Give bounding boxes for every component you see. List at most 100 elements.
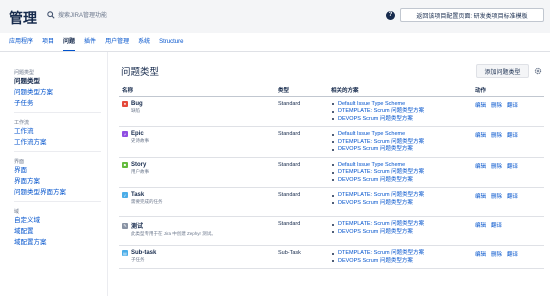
admin-header: 管理 搜索JIRA管理功能 ? 返回该项目配置页面: 研发类项目标准模板 — [0, 0, 550, 33]
scheme-link[interactable]: DTEMPLATE: Scrum 问题类型方案 — [331, 169, 472, 177]
issue-type-kind: Standard — [275, 187, 328, 217]
translate-link[interactable]: 翻译 — [507, 131, 518, 139]
scheme-link[interactable]: DTEMPLATE: Scrum 问题类型方案 — [331, 221, 472, 229]
issue-type-icon: ■ — [122, 161, 128, 168]
issue-type-description: 需要完成的任务 — [131, 199, 163, 204]
translate-link[interactable]: 翻译 — [507, 101, 518, 109]
sidebar-divider — [14, 112, 101, 113]
translate-link[interactable]: 翻译 — [507, 192, 518, 200]
edit-link[interactable]: 编辑 — [475, 162, 486, 170]
sidebar-item-subtasks[interactable]: 子任务 — [14, 98, 107, 109]
issue-type-icon: ● — [122, 100, 128, 107]
delete-link[interactable]: 删除 — [491, 131, 502, 139]
scheme-link[interactable]: DTEMPLATE: Scrum 问题类型方案 — [331, 108, 472, 116]
delete-link[interactable]: 删除 — [491, 101, 502, 109]
cog-icon[interactable] — [534, 67, 542, 75]
issue-type-title[interactable]: Epic — [131, 131, 144, 137]
related-schemes-cell: Default Issue Type Scheme DTEMPLATE: Scru… — [328, 96, 472, 127]
tab-1[interactable]: 项目 — [42, 36, 54, 50]
sidebar-item-issue-type-screen-schemes[interactable]: 问题类型界面方案 — [14, 187, 107, 198]
scheme-link[interactable]: DEVOPS Scrum 问题类型方案 — [331, 258, 472, 266]
scheme-link[interactable]: DEVOPS Scrum 问题类型方案 — [331, 200, 472, 208]
scheme-link[interactable]: DTEMPLATE: Scrum 问题类型方案 — [331, 139, 472, 147]
scheme-link[interactable]: Default Issue Type Scheme — [331, 101, 472, 109]
issue-type-name: ● Bug — [122, 100, 275, 107]
issue-type-cell: ● Bug 缺陷 — [119, 96, 275, 127]
tab-3[interactable]: 插件 — [84, 36, 96, 50]
help-icon[interactable]: ? — [386, 11, 395, 20]
add-issue-type-button[interactable]: 添加问题类型 — [476, 64, 529, 78]
row-actions: 编辑 删除 翻译 — [475, 131, 544, 139]
issue-type-title[interactable]: Story — [131, 162, 146, 168]
issue-type-cell: ■ Story 用户故事 — [119, 157, 275, 188]
issue-type-description: 史诗故事 — [131, 138, 149, 143]
issue-type-icon: ⚡ — [122, 131, 128, 137]
issue-type-description: 此类型专用于在 Jira 中创建 Zephyr 测试。 — [131, 231, 216, 236]
delete-link[interactable]: 删除 — [491, 250, 502, 258]
page-heading: 管理 — [9, 10, 37, 26]
admin-top-nav: 应用程序 项目 问题 插件 用户管理 系统 Structure — [0, 36, 550, 52]
row-actions: 编辑 删除 翻译 — [475, 192, 544, 200]
admin-sidebar: 问题类型 问题类型 问题类型方案 子任务 工作流 工作流 工作流方案 界面 界面… — [0, 52, 108, 296]
scheme-link[interactable]: DEVOPS Scrum 问题类型方案 — [331, 229, 472, 237]
issue-type-name: ✓ Task — [122, 192, 275, 198]
actions-cell: 编辑 删除 翻译 — [472, 126, 544, 158]
scheme-link[interactable]: DTEMPLATE: Scrum 问题类型方案 — [331, 250, 472, 258]
sidebar-item-workflows[interactable]: 工作流 — [14, 126, 107, 137]
table-row: ⚡ Epic 史诗故事 Standard Default Issue Type Sche… — [119, 126, 544, 158]
sidebar-item-custom-fields[interactable]: 自定义域 — [14, 215, 107, 226]
table-row: ▤ Sub-task 子任务 Sub-Task DTEMPLATE: Scrum 问题类… — [119, 245, 544, 269]
issue-type-title[interactable]: Task — [131, 192, 144, 198]
sidebar-section-fields: 域 — [14, 209, 20, 215]
translate-link[interactable]: 翻译 — [507, 250, 518, 258]
translate-link[interactable]: 翻译 — [491, 221, 502, 229]
scheme-link[interactable]: DTEMPLATE: Scrum 问题类型方案 — [331, 192, 472, 200]
return-to-project-button[interactable]: 返回该项目配置页面: 研发类项目标准模板 — [400, 8, 544, 22]
issue-type-kind: Standard — [275, 96, 328, 127]
edit-link[interactable]: 编辑 — [475, 221, 486, 229]
actions-cell: 编辑 翻译 — [472, 216, 544, 246]
sidebar-divider — [14, 151, 101, 152]
issue-type-title[interactable]: 测试 — [131, 221, 143, 230]
edit-link[interactable]: 编辑 — [475, 131, 486, 139]
sidebar-item-issue-type-schemes[interactable]: 问题类型方案 — [14, 87, 107, 98]
tab-2[interactable]: 问题 — [63, 36, 76, 52]
edit-link[interactable]: 编辑 — [475, 101, 486, 109]
sidebar-item-screen-schemes[interactable]: 界面方案 — [14, 176, 107, 187]
sidebar-item-issue-types[interactable]: 问题类型 — [14, 76, 107, 87]
issue-types-table: 名称 类型 相关的方案 动作 ● Bug 缺陷 Standard Default Iss… — [119, 85, 544, 269]
delete-link[interactable]: 删除 — [491, 192, 502, 200]
delete-link[interactable]: 删除 — [491, 162, 502, 170]
sidebar-item-field-configurations[interactable]: 域配置 — [14, 226, 107, 237]
page-title: 问题类型 — [121, 67, 160, 78]
sidebar-item-screens[interactable]: 界面 — [14, 165, 107, 176]
column-header-type: 类型 — [275, 85, 328, 97]
admin-search[interactable]: 搜索JIRA管理功能 — [47, 10, 107, 19]
tab-6[interactable]: Structure — [159, 36, 183, 50]
related-schemes-cell: DTEMPLATE: Scrum 问题类型方案 DEVOPS Scrum 问题类型… — [328, 216, 472, 246]
search-placeholder[interactable]: 搜索JIRA管理功能 — [58, 10, 107, 19]
actions-cell: 编辑 删除 翻译 — [472, 245, 544, 269]
issue-type-name: ✎ 测试 — [122, 221, 275, 230]
tab-0[interactable]: 应用程序 — [9, 36, 33, 50]
sidebar-item-workflow-schemes[interactable]: 工作流方案 — [14, 137, 107, 148]
issue-type-title[interactable]: Bug — [131, 101, 143, 107]
sidebar-item-field-configuration-schemes[interactable]: 域配置方案 — [14, 237, 107, 248]
scheme-link[interactable]: Default Issue Type Scheme — [331, 162, 472, 170]
table-row: ✎ 测试 此类型专用于在 Jira 中创建 Zephyr 测试。 Standard DT… — [119, 216, 544, 246]
actions-cell: 编辑 删除 翻译 — [472, 187, 544, 217]
column-header-schemes: 相关的方案 — [328, 85, 472, 97]
scheme-link[interactable]: DEVOPS Scrum 问题类型方案 — [331, 177, 472, 185]
issue-type-name: ▤ Sub-task — [122, 250, 275, 256]
issue-type-title[interactable]: Sub-task — [131, 250, 156, 256]
sidebar-section-screens: 界面 — [14, 159, 25, 165]
tab-4[interactable]: 用户管理 — [105, 36, 129, 50]
scheme-link[interactable]: DEVOPS Scrum 问题类型方案 — [331, 146, 472, 154]
scheme-link[interactable]: Default Issue Type Scheme — [331, 131, 472, 139]
translate-link[interactable]: 翻译 — [507, 162, 518, 170]
edit-link[interactable]: 编辑 — [475, 192, 486, 200]
tab-5[interactable]: 系统 — [138, 36, 150, 50]
related-schemes-cell: DTEMPLATE: Scrum 问题类型方案 DEVOPS Scrum 问题类型… — [328, 187, 472, 217]
edit-link[interactable]: 编辑 — [475, 250, 486, 258]
scheme-link[interactable]: DEVOPS Scrum 问题类型方案 — [331, 116, 472, 124]
